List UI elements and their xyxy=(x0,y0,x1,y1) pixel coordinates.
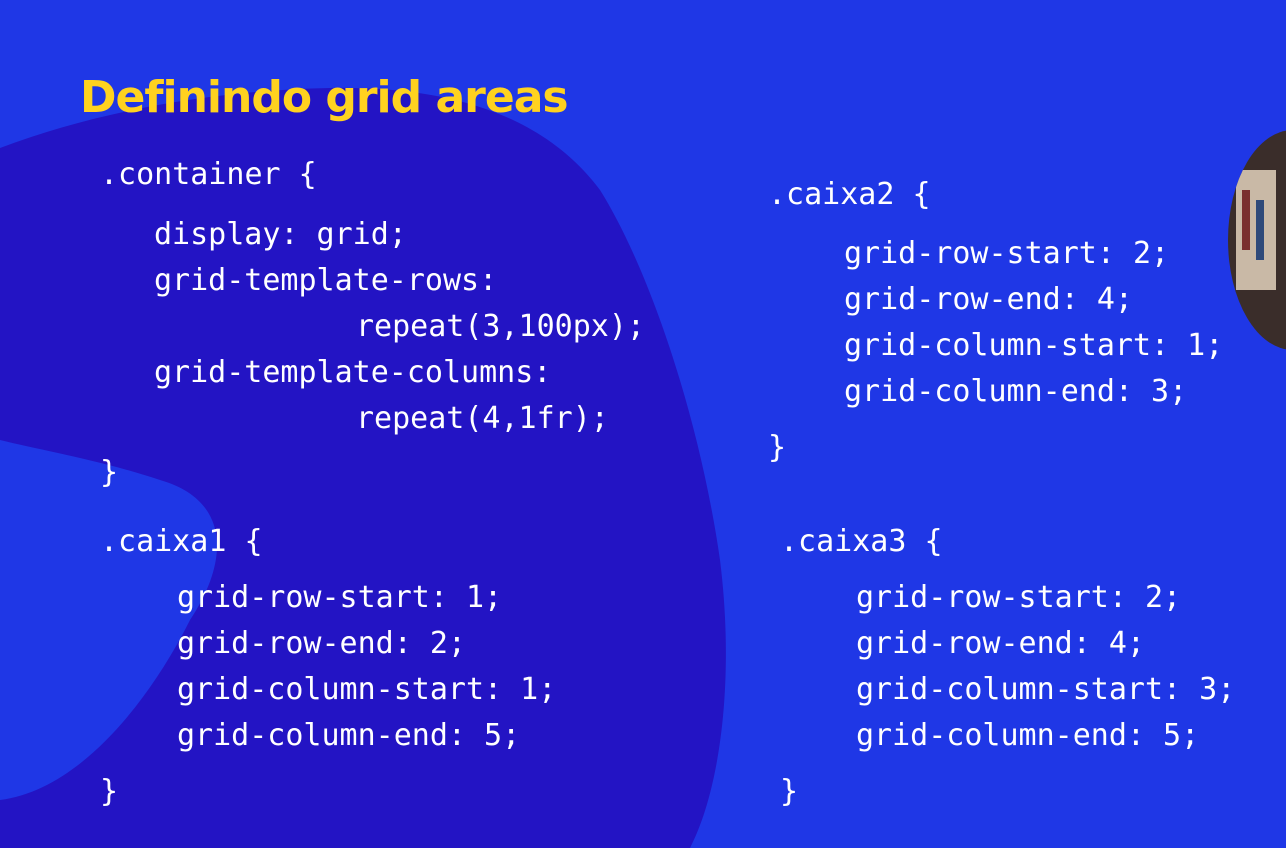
code-line: } xyxy=(100,774,119,809)
code-line: .caixa3 { xyxy=(780,524,943,559)
code-line: grid-column-start: 3; xyxy=(856,672,1236,707)
webcam-background-book xyxy=(1256,200,1264,260)
presentation-slide: Definindo grid areas .container { displa… xyxy=(0,0,1286,848)
code-line: grid-column-end: 3; xyxy=(844,374,1188,409)
code-line: } xyxy=(768,430,787,465)
code-line: grid-column-end: 5; xyxy=(856,718,1200,753)
code-line: } xyxy=(100,455,119,490)
code-line: grid-row-start: 2; xyxy=(844,236,1170,271)
code-line: repeat(4,1fr); xyxy=(356,401,609,436)
code-line: .caixa1 { xyxy=(100,524,263,559)
code-block-container: .container { display: grid; grid-templat… xyxy=(100,152,645,496)
code-line: grid-template-columns: xyxy=(154,355,552,390)
code-block-caixa2: .caixa2 { grid-row-start: 2; grid-row-en… xyxy=(768,172,1223,471)
slide-title: Definindo grid areas xyxy=(80,72,569,123)
code-line: grid-column-end: 5; xyxy=(177,718,521,753)
code-line: grid-row-end: 4; xyxy=(856,626,1145,661)
code-line: display: grid; xyxy=(154,217,407,252)
code-line: grid-column-start: 1; xyxy=(177,672,557,707)
code-line: repeat(3,100px); xyxy=(356,309,645,344)
code-line: grid-column-start: 1; xyxy=(844,328,1224,363)
code-line: .caixa2 { xyxy=(768,177,931,212)
code-line: grid-row-end: 4; xyxy=(844,282,1133,317)
code-line: grid-row-end: 2; xyxy=(177,626,466,661)
webcam-background-book xyxy=(1242,190,1250,250)
code-line: } xyxy=(780,774,799,809)
code-line: .container { xyxy=(100,157,317,192)
code-block-caixa3: .caixa3 { grid-row-start: 2; grid-row-en… xyxy=(780,519,1235,815)
code-line: grid-row-start: 2; xyxy=(856,580,1182,615)
code-block-caixa1: .caixa1 { grid-row-start: 1; grid-row-en… xyxy=(100,519,556,815)
code-line: grid-template-rows: xyxy=(154,263,498,298)
code-line: grid-row-start: 1; xyxy=(177,580,503,615)
